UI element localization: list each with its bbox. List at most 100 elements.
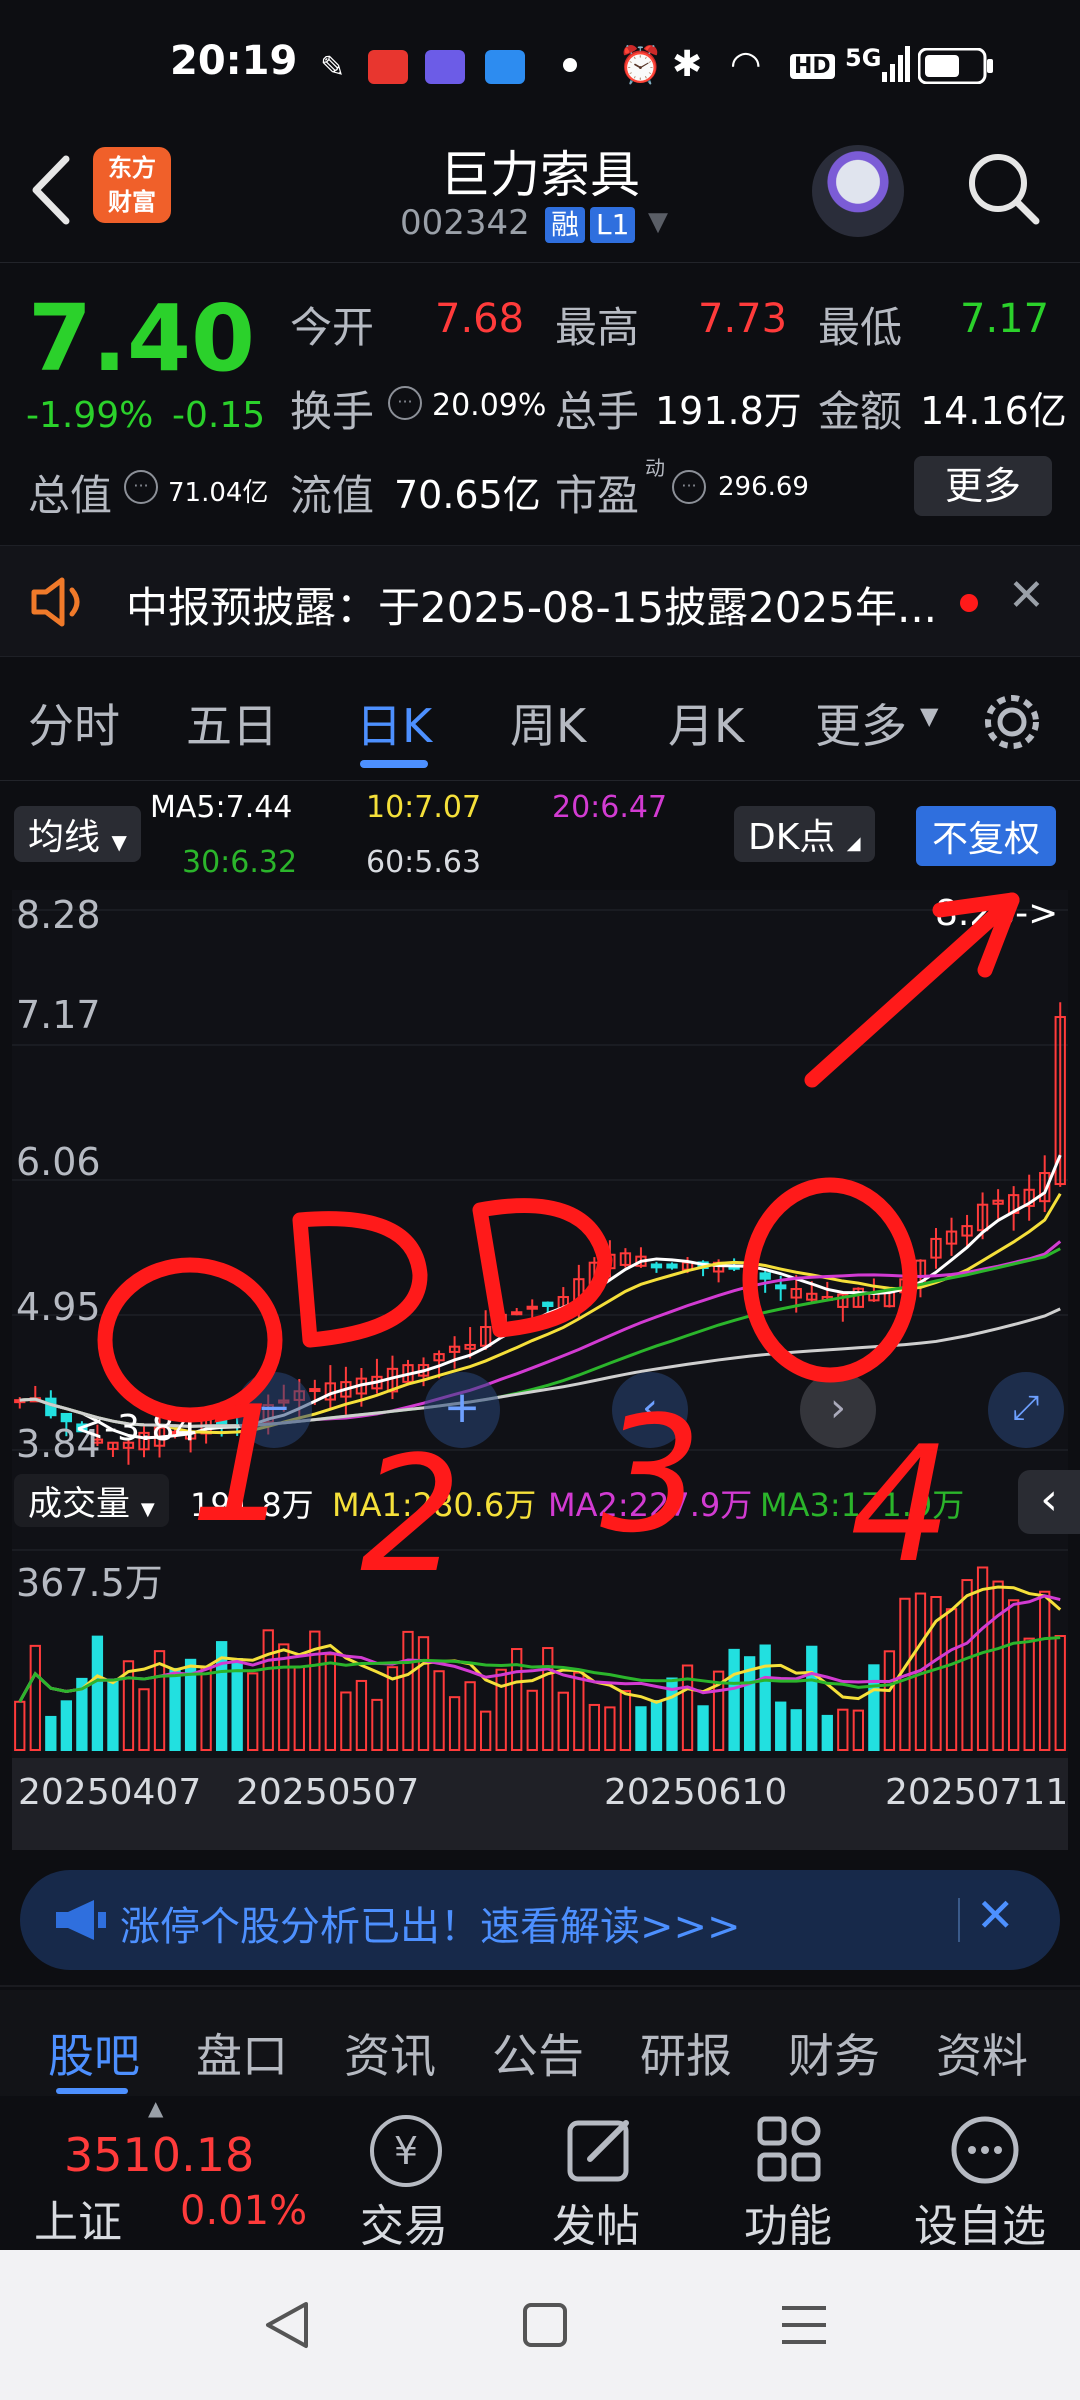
pe-value: 296.69 — [718, 472, 809, 502]
trade-button[interactable]: 交易 — [360, 2190, 448, 2254]
signal-icon — [882, 46, 910, 82]
volume-bar — [821, 1714, 833, 1751]
yen-exchange-icon[interactable]: ¥ — [370, 2115, 442, 2187]
divider — [0, 262, 1080, 263]
tab-more[interactable]: 更多 — [815, 690, 907, 756]
index-change[interactable]: 0.01% — [180, 2188, 307, 2234]
info-dots-icon[interactable]: ··· — [388, 386, 422, 420]
handwritten-digit-2: 2 — [360, 1421, 462, 1608]
nav-back-icon[interactable] — [262, 2300, 312, 2350]
chevron-down-icon: ▼ — [111, 830, 127, 854]
grid-functions-icon[interactable] — [756, 2115, 824, 2183]
volume-bar — [91, 1635, 104, 1751]
notice-bar[interactable]: 中报预披露：于2025-08-15披露2025年... ✕ — [0, 545, 1080, 657]
pe-dynamic-sup: 动 — [645, 456, 665, 480]
turnover-label: 换手 — [290, 387, 375, 436]
robot-avatar-icon[interactable] — [812, 145, 904, 237]
index-name[interactable]: 上证 — [34, 2186, 122, 2250]
volume-bar — [231, 1658, 243, 1752]
chevron-down-icon: ▼ — [920, 702, 939, 730]
hd-badge: HD — [790, 54, 835, 79]
more-dots-icon[interactable] — [950, 2115, 1020, 2185]
volume-bar — [790, 1709, 802, 1751]
ma-selector[interactable]: 均线 ▼ — [14, 806, 141, 862]
tab-research[interactable]: 研报 — [640, 2020, 732, 2086]
volume-bar — [169, 1667, 181, 1751]
tab-monthly-k[interactable]: 月K — [668, 690, 744, 756]
dk-label: DK点 — [748, 817, 836, 858]
stock-name: 巨力索具 — [440, 146, 640, 204]
functions-button[interactable]: 功能 — [744, 2190, 832, 2254]
annotation-d-2 — [292, 1211, 428, 1348]
close-icon[interactable]: ✕ — [976, 1888, 1015, 1942]
settings-gear-icon[interactable] — [980, 690, 1044, 754]
total-value-label: 总值 — [28, 471, 113, 520]
feather-icon: ✎ — [320, 50, 346, 85]
level-tag: L1 — [590, 207, 636, 243]
date-label: 20250610 — [604, 1772, 788, 1813]
add-watchlist-button[interactable]: 设自选 — [914, 2190, 1046, 2254]
alarm-icon: ⏰ — [618, 45, 663, 86]
change-amount: -0.15 — [172, 395, 266, 436]
tab-guba[interactable]: 股吧 — [48, 2020, 140, 2086]
chevron-down-icon[interactable]: ▼ — [648, 207, 668, 237]
speaker-icon — [31, 577, 80, 627]
volume-bar — [728, 1648, 740, 1752]
volume-bar — [806, 1645, 818, 1751]
tab-order-book[interactable]: 盘口 — [196, 2020, 288, 2086]
total-value: 71.04亿 — [168, 478, 269, 508]
notice-text: 中报预披露：于2025-08-15披露2025年... — [126, 583, 938, 632]
active-tab-indicator — [360, 760, 428, 768]
adjust-type-button[interactable]: 不复权 — [916, 806, 1057, 866]
nav-menu-icon[interactable] — [780, 2302, 828, 2348]
current-price: 7.40 — [28, 285, 255, 392]
handwritten-digit-4: 4 — [850, 1411, 952, 1598]
open-value: 7.68 — [435, 296, 525, 342]
tab-daily-k[interactable]: 日K — [356, 690, 432, 756]
volume-bar — [697, 1705, 709, 1751]
annotation-arrow-shaft — [804, 892, 1020, 1088]
date-label: 20250507 — [236, 1772, 420, 1813]
post-button[interactable]: 发帖 — [552, 2190, 640, 2254]
handwritten-digit-3: 3 — [600, 1381, 702, 1568]
amount-label: 金额 — [818, 387, 903, 436]
turnover-value: 20.09% — [432, 388, 547, 423]
bluetooth-icon: ✱ — [672, 44, 703, 85]
high-value: 7.73 — [698, 296, 788, 342]
notification-dot-icon — [563, 58, 577, 72]
divider — [0, 780, 1080, 781]
volume-bar — [759, 1644, 771, 1751]
tab-announcements[interactable]: 公告 — [492, 2020, 584, 2086]
dk-point-button[interactable]: DK点 ◢ — [734, 806, 875, 862]
annotation-circle-4 — [742, 1177, 918, 1383]
close-icon[interactable]: ✕ — [1008, 570, 1045, 621]
corner-arrow-icon: ◢ — [846, 833, 861, 854]
more-button[interactable]: 更多 — [914, 456, 1052, 516]
browser-icon — [485, 50, 525, 84]
tab-weekly-k[interactable]: 周K — [510, 690, 586, 756]
ma10-value: 10:7.07 — [366, 790, 482, 825]
info-dots-icon[interactable]: ··· — [672, 470, 706, 504]
tab-profile[interactable]: 资料 — [936, 2020, 1028, 2086]
network-label: 5G — [845, 44, 882, 72]
active-tab-indicator — [56, 2088, 128, 2094]
limit-up-banner[interactable]: 涨停个股分析已出！速看解读>>> ✕ — [20, 1870, 1060, 1970]
margin-tag: 融 — [545, 207, 586, 243]
tab-news[interactable]: 资讯 — [344, 2020, 436, 2086]
tab-financials[interactable]: 财务 — [788, 2020, 880, 2086]
status-time: 20:19 — [170, 38, 298, 84]
volume-bar — [635, 1706, 647, 1751]
tab-intraday[interactable]: 分时 — [28, 690, 120, 756]
high-label: 最高 — [555, 303, 640, 352]
hand-drawn-annotation: 1 2 3 4 — [97, 892, 1020, 1608]
tab-five-day[interactable]: 五日 — [186, 690, 278, 756]
caret-up-icon: ▲ — [148, 2096, 164, 2120]
app-icon — [425, 50, 465, 84]
edit-post-icon[interactable] — [566, 2115, 634, 2183]
info-dots-icon[interactable]: ··· — [124, 470, 158, 504]
megaphone-icon — [56, 1900, 106, 1940]
index-value[interactable]: 3510.18 — [64, 2128, 254, 2182]
nav-home-icon[interactable] — [522, 2302, 568, 2348]
search-icon[interactable] — [966, 149, 1042, 229]
banner-text: 涨停个股分析已出！速看解读>>> — [120, 1904, 741, 1950]
